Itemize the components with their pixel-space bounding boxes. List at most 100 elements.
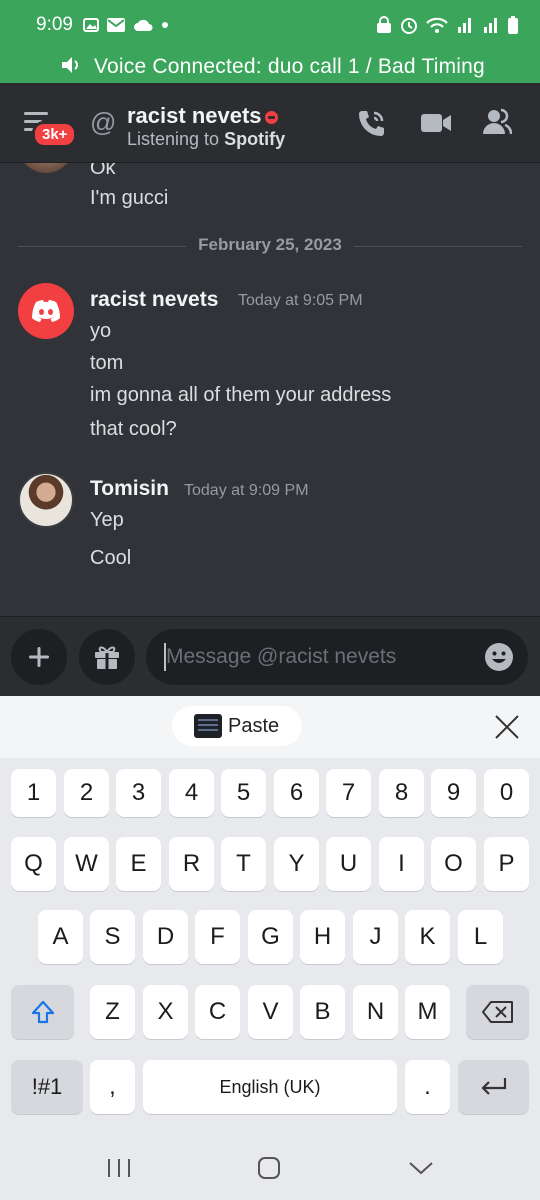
key[interactable]: R — [169, 837, 214, 891]
signal-icon — [458, 18, 471, 33]
key[interactable]: A — [38, 910, 83, 964]
shift-key[interactable] — [11, 985, 74, 1039]
key[interactable]: 7 — [326, 769, 371, 817]
key[interactable]: L — [458, 910, 503, 964]
voice-connected-line[interactable]: Voice Connected: duo call 1 / Bad Timing — [0, 50, 540, 83]
symbols-key[interactable]: !#1 — [11, 1060, 83, 1114]
message-line[interactable]: I'm gucci — [90, 187, 168, 210]
gift-button[interactable] — [79, 629, 135, 685]
key[interactable]: P — [484, 837, 529, 891]
key[interactable]: G — [248, 910, 293, 964]
voice-call-icon[interactable] — [356, 107, 388, 139]
key[interactable]: 2 — [64, 769, 109, 817]
key[interactable]: I — [379, 837, 424, 891]
key[interactable]: W — [64, 837, 109, 891]
key[interactable]: D — [143, 910, 188, 964]
alarm-icon — [401, 18, 417, 34]
comma-key[interactable]: , — [90, 1060, 135, 1114]
gallery-icon — [82, 18, 99, 32]
dm-username[interactable]: racist nevets — [127, 103, 262, 129]
enter-key[interactable] — [458, 1060, 529, 1114]
gift-icon — [95, 646, 119, 669]
key[interactable]: S — [90, 910, 135, 964]
key[interactable]: N — [353, 985, 398, 1039]
backspace-icon — [481, 1001, 513, 1023]
key[interactable]: 5 — [221, 769, 266, 817]
status-time: 9:09 — [36, 14, 73, 35]
key[interactable]: T — [221, 837, 266, 891]
discord-logo-icon — [32, 300, 60, 322]
key[interactable]: O — [431, 837, 476, 891]
avatar[interactable] — [18, 283, 74, 339]
message-timestamp: Today at 9:09 PM — [184, 482, 309, 499]
emoji-icon[interactable] — [484, 642, 514, 672]
recents-icon[interactable] — [106, 1156, 132, 1180]
key[interactable]: C — [195, 985, 240, 1039]
voice-connected-text: Voice Connected: duo call 1 / Bad Timing — [94, 54, 485, 78]
message-input[interactable]: Message @racist nevets — [146, 629, 528, 685]
plus-icon — [29, 647, 49, 667]
at-icon: @ — [90, 107, 117, 137]
key[interactable]: E — [116, 837, 161, 891]
key[interactable]: Q — [11, 837, 56, 891]
key[interactable]: Y — [274, 837, 319, 891]
activity-prefix: Listening to — [127, 129, 220, 149]
members-icon[interactable] — [482, 107, 512, 137]
signal-2-icon — [484, 18, 497, 33]
key[interactable]: F — [195, 910, 240, 964]
key[interactable]: V — [248, 985, 293, 1039]
key[interactable]: X — [143, 985, 188, 1039]
key[interactable]: U — [326, 837, 371, 891]
cloud-icon — [133, 19, 153, 31]
home-icon[interactable] — [257, 1156, 281, 1180]
key[interactable]: H — [300, 910, 345, 964]
space-key[interactable]: English (UK) — [143, 1060, 397, 1114]
message-line[interactable]: that cool? — [90, 418, 177, 441]
back-chevron-down-icon[interactable] — [408, 1156, 434, 1180]
avatar[interactable] — [18, 163, 74, 173]
keyboard-toolbar: Paste — [0, 696, 540, 758]
battery-icon — [508, 16, 518, 34]
video-call-icon[interactable] — [420, 107, 452, 139]
key[interactable]: 8 — [379, 769, 424, 817]
message-line[interactable]: im gonna all of them your address — [90, 384, 391, 407]
soft-keyboard: Paste 1 2 3 4 5 6 7 8 9 0 Q W E R T Y U … — [0, 696, 540, 1200]
key[interactable]: 0 — [484, 769, 529, 817]
key[interactable]: M — [405, 985, 450, 1039]
message-author[interactable]: Tomisin — [90, 477, 169, 501]
key[interactable]: 4 — [169, 769, 214, 817]
wifi-icon — [426, 17, 448, 33]
message-author[interactable]: racist nevets — [90, 288, 218, 312]
clipboard-thumbnail-icon — [194, 714, 222, 738]
message-line[interactable]: Cool — [90, 547, 131, 570]
key[interactable]: K — [405, 910, 450, 964]
system-nav-bar — [0, 1140, 540, 1200]
message-line[interactable]: Yep — [90, 509, 124, 532]
notification-badge: 3k+ — [32, 121, 78, 148]
key[interactable]: Z — [90, 985, 135, 1039]
message-line[interactable]: Ok — [90, 163, 116, 180]
enter-icon — [480, 1078, 506, 1095]
paste-button[interactable]: Paste — [172, 706, 302, 746]
key[interactable]: 6 — [274, 769, 319, 817]
activity-app: Spotify — [224, 129, 286, 149]
key[interactable]: J — [353, 910, 398, 964]
status-system-icons — [376, 16, 518, 34]
message-line[interactable]: tom — [90, 352, 123, 375]
add-attachment-button[interactable] — [11, 629, 67, 685]
status-bar: 9:09 — [0, 0, 540, 50]
backspace-key[interactable] — [466, 985, 529, 1039]
voice-banner[interactable]: 9:09 Voice Connected: duo call 1 / Bad T… — [0, 0, 540, 83]
key[interactable]: 3 — [116, 769, 161, 817]
close-icon[interactable] — [494, 714, 520, 740]
dnd-status-icon — [265, 111, 278, 124]
avatar[interactable] — [18, 472, 74, 528]
message-line[interactable]: yo — [90, 320, 111, 343]
key[interactable]: B — [300, 985, 345, 1039]
message-list[interactable]: Ok I'm gucci February 25, 2023 racist ne… — [0, 163, 540, 616]
key[interactable]: 9 — [431, 769, 476, 817]
activity-status: Listening to Spotify — [127, 129, 285, 150]
key[interactable]: 1 — [11, 769, 56, 817]
period-key[interactable]: . — [405, 1060, 450, 1114]
speaker-icon — [62, 57, 78, 73]
